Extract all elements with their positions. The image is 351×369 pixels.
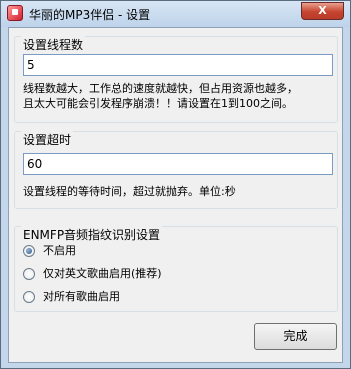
radio-button[interactable] — [23, 268, 35, 280]
enmfp-group-title: ENMFP音频指纹识别设置 — [21, 226, 163, 243]
timeout-description: 设置线程的等待时间，超过就抛弃。单位:秒 — [23, 185, 236, 198]
radio-label: 仅对英文歌曲启用(推荐) — [43, 267, 162, 280]
threads-group: 设置线程数 线程数越大，工作总的速度就越快，但占用资源也越多， 且太大可能会引发… — [14, 36, 338, 123]
threads-group-title: 设置线程数 — [21, 36, 86, 53]
close-button[interactable]: X — [301, 2, 344, 20]
done-button[interactable]: 完成 — [254, 323, 337, 350]
timeout-group: 设置超时 设置线程的等待时间，超过就抛弃。单位:秒 — [14, 131, 338, 209]
threads-input[interactable] — [23, 54, 333, 76]
radio-label: 不启用 — [43, 244, 76, 257]
threads-description-line2: 且太大可能会引发程序崩溃！！请设置在1到100之间。 — [23, 97, 293, 110]
radio-button[interactable] — [23, 291, 35, 303]
settings-window: 华丽的MP3伴侣 - 设置 X 设置线程数 线程数越大，工作总的速度就越快，但占… — [0, 0, 351, 369]
radio-button[interactable] — [23, 245, 35, 257]
threads-description-line1: 线程数越大，工作总的速度就越快，但占用资源也越多， — [23, 82, 298, 95]
title-bar[interactable]: 华丽的MP3伴侣 - 设置 X — [1, 1, 350, 27]
dialog-body: 设置线程数 线程数越大，工作总的速度就越快，但占用资源也越多， 且太大可能会引发… — [8, 27, 343, 363]
enmfp-group: ENMFP音频指纹识别设置 不启用 仅对英文歌曲启用(推荐) 对所有歌曲启用 — [14, 226, 338, 312]
app-icon — [7, 5, 23, 21]
radio-label: 对所有歌曲启用 — [43, 290, 120, 303]
timeout-group-title: 设置超时 — [21, 131, 74, 148]
window-title: 华丽的MP3伴侣 - 设置 — [29, 8, 151, 22]
timeout-input[interactable] — [23, 153, 333, 175]
